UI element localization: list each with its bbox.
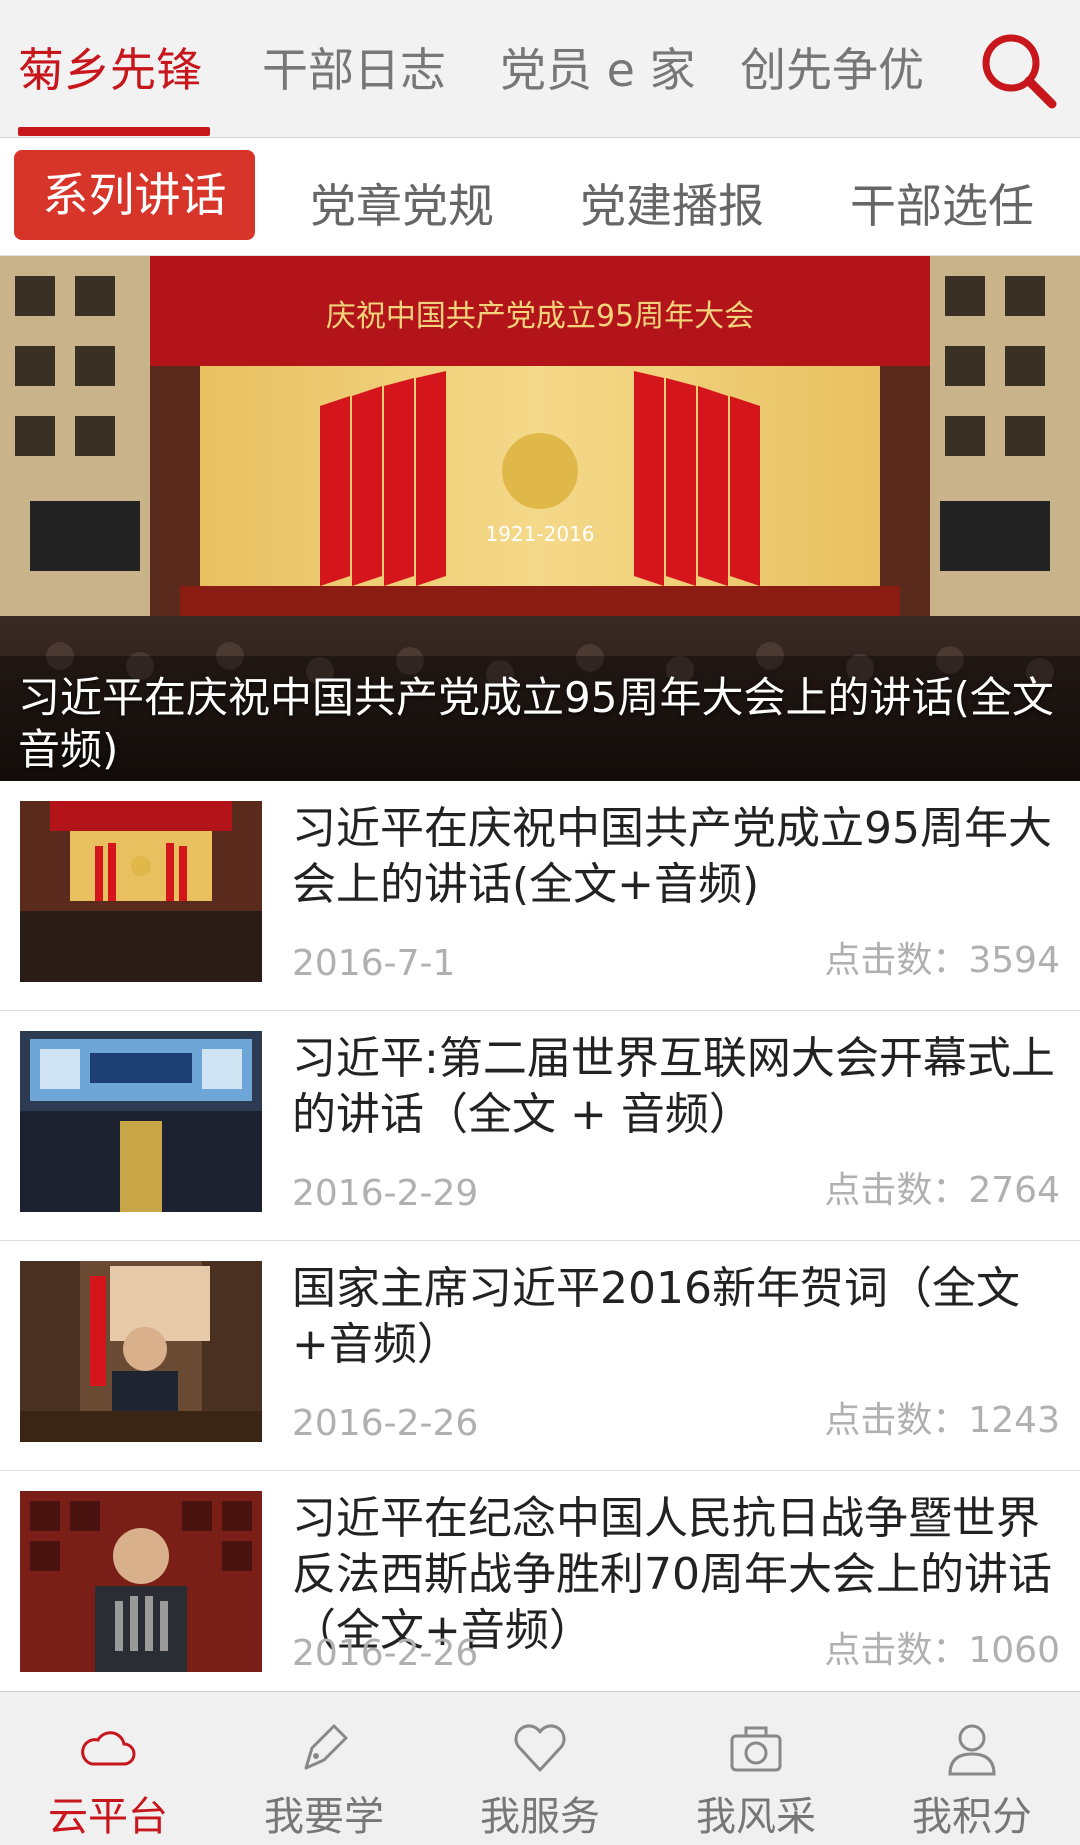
tab-juxiang-xianfeng[interactable]: 菊乡先锋 [18,34,202,100]
subtab-xilie-jianghua[interactable]: 系列讲话 [14,150,255,240]
nav-label: 云平台 [48,1794,168,1840]
article-list: 习近平在庆祝中国共产党成立95周年大会上的讲话(全文+音频) 2016-7-1 … [0,781,1080,1691]
pen-icon [304,1724,348,1770]
subtab-dangjian-bobao[interactable]: 党建播报 [580,170,764,236]
nav-label: 我服务 [480,1794,600,1840]
article-thumbnail [20,1491,262,1672]
article-click-count: 点击数：3594 [824,940,1060,981]
list-item[interactable]: 国家主席习近平2016新年贺词（全文+音频） 2016-2-26 点击数：124… [0,1241,1080,1471]
article-click-count: 点击数：1060 [824,1630,1060,1671]
article-date: 2016-7-1 [292,943,456,984]
bottom-nav-bar: 云平台 我要学 我服务 我风采 我积分 [0,1691,1080,1845]
article-thumbnail [20,801,262,982]
nav-yun-pingtai[interactable]: 云平台 [0,1692,216,1845]
article-thumbnail [20,1261,262,1442]
article-click-count: 点击数：2764 [824,1170,1060,1211]
article-thumbnail [20,1031,262,1212]
sub-tab-bar: 系列讲话 党章党规 党建播报 干部选任 [0,138,1080,256]
user-icon [948,1724,996,1776]
list-item[interactable]: 习近平在纪念中国人民抗日战争暨世界反法西斯战争胜利70周年大会上的讲话（全文+音… [0,1471,1080,1691]
search-button[interactable] [978,30,1058,110]
cloud-icon [81,1731,136,1766]
subtab-dangzhang-danggui[interactable]: 党章党规 [310,170,494,236]
nav-label: 我积分 [912,1794,1032,1840]
article-title: 习近平在庆祝中国共产党成立95周年大会上的讲话(全文+音频) [292,803,1052,910]
active-tab-indicator [18,127,210,136]
list-item[interactable]: 习近平:第二届世界互联网大会开幕式上的讲话（全文 + 音频） 2016-2-29… [0,1011,1080,1241]
nav-label: 我风采 [696,1794,816,1840]
article-date: 2016-2-29 [292,1173,479,1214]
nav-wo-fuwu[interactable]: 我服务 [432,1692,648,1845]
nav-wo-fengcai[interactable]: 我风采 [648,1692,864,1845]
tab-chuangxian-zhengyou[interactable]: 创先争优 [740,34,924,100]
list-item[interactable]: 习近平在庆祝中国共产党成立95周年大会上的讲话(全文+音频) 2016-7-1 … [0,781,1080,1011]
nav-wo-jifen[interactable]: 我积分 [864,1692,1080,1845]
article-date: 2016-2-26 [292,1633,479,1674]
svg-text:1921-2016: 1921-2016 [485,522,594,546]
subtab-ganbu-xuanren[interactable]: 干部选任 [850,170,1034,236]
camera-icon [730,1726,782,1772]
top-tab-bar: 菊乡先锋 干部日志 党员 e 家 创先争优 [0,0,1080,138]
heart-icon [514,1724,566,1772]
svg-text:庆祝中国共产党成立95周年大会: 庆祝中国共产党成立95周年大会 [326,299,754,334]
article-title: 国家主席习近平2016新年贺词（全文+音频） [292,1263,1020,1370]
tab-dangyuan-ejia[interactable]: 党员 e 家 [500,34,696,100]
article-click-count: 点击数：1243 [824,1400,1060,1441]
article-date: 2016-2-26 [292,1403,479,1444]
nav-wo-yaoxue[interactable]: 我要学 [216,1692,432,1845]
article-title: 习近平:第二届世界互联网大会开幕式上的讲话（全文 + 音频） [292,1033,1055,1140]
search-icon [982,34,1057,109]
tab-ganbu-rizhi[interactable]: 干部日志 [262,34,446,100]
nav-label: 我要学 [264,1794,384,1840]
banner-caption[interactable]: 习近平在庆祝中国共产党成立95周年大会上的讲话(全文音频) [18,672,1068,776]
